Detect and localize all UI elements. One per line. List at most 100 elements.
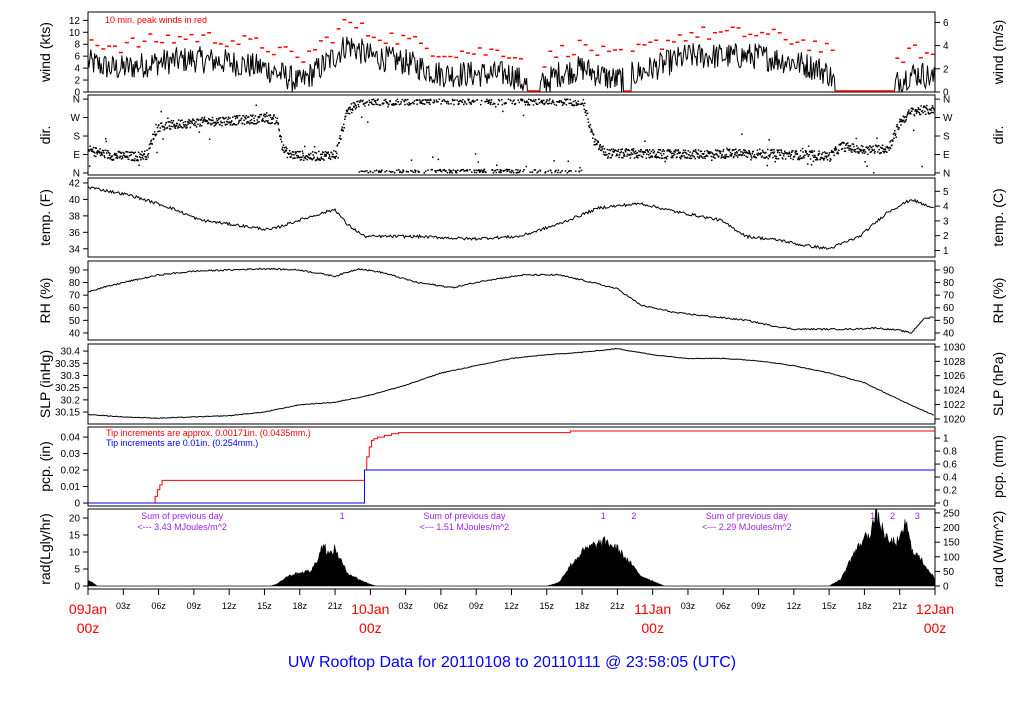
y-tick-label-right: 200 bbox=[943, 523, 960, 534]
y-tick-label: 36 bbox=[69, 228, 81, 239]
x-tick-label: 15z bbox=[822, 601, 837, 611]
y-tick-label-right: 3 bbox=[943, 216, 949, 227]
y-tick-label-right: 100 bbox=[943, 552, 960, 563]
slp-series bbox=[88, 347, 934, 419]
y-tick-label-right: 1026 bbox=[943, 371, 966, 382]
rad-daily-sum-label: Sum of previous day bbox=[423, 511, 506, 521]
y-tick-label-right: 90 bbox=[943, 265, 955, 276]
y-tick-label: 0.01 bbox=[61, 482, 81, 493]
y-tick-label-right: 0.8 bbox=[943, 447, 957, 458]
panel-frame bbox=[87, 94, 936, 176]
y-tick-label: 5 bbox=[74, 565, 80, 576]
y-tick-label-right: 1020 bbox=[943, 414, 966, 425]
plot-area-rh bbox=[88, 267, 934, 334]
y-tick-label: W bbox=[71, 113, 81, 124]
x-tick-label: 18z bbox=[292, 601, 307, 611]
y-tick-label-right: 1028 bbox=[943, 357, 966, 368]
y-axis-label: rad(Lgly/hr) bbox=[37, 513, 53, 585]
y-tick-label: 6 bbox=[74, 52, 80, 63]
panel-frame bbox=[87, 343, 936, 425]
y-tick-label: 0 bbox=[74, 582, 80, 593]
rad-daily-sum-label: Sum of previous day bbox=[706, 511, 789, 521]
y-tick-label-right: 6 bbox=[943, 18, 949, 29]
y-axis-label-right: SLP (hPa) bbox=[990, 352, 1006, 416]
x-day-label: 12Jan bbox=[916, 601, 954, 617]
y-tick-label-right: 1022 bbox=[943, 400, 966, 411]
peak-wind-note: 10 min. peak winds in red bbox=[105, 15, 207, 25]
y-tick-label-right: 0.6 bbox=[943, 460, 957, 471]
y-axis-label-right: pcp. (mm) bbox=[990, 435, 1006, 498]
x-tick-label: 12z bbox=[787, 601, 802, 611]
y-tick-label: 80 bbox=[69, 278, 81, 289]
plot-area-slp bbox=[88, 347, 934, 419]
rh-series bbox=[88, 267, 934, 334]
temp-series bbox=[88, 186, 935, 250]
x-tick-label: 09z bbox=[469, 601, 484, 611]
y-axis-label-right: wind (m/s) bbox=[990, 20, 1006, 86]
x-tick-label: 03z bbox=[116, 601, 131, 611]
y-tick-label: 30.35 bbox=[55, 359, 80, 370]
y-tick-label: 10 bbox=[69, 28, 81, 39]
y-tick-label-right: 60 bbox=[943, 303, 955, 314]
y-axis-label: SLP (inHg) bbox=[37, 350, 53, 418]
y-tick-label: 34 bbox=[69, 244, 81, 255]
rad-marker: 3 bbox=[915, 511, 920, 521]
y-tick-label-right: 1024 bbox=[943, 386, 966, 397]
x-day-time-label: 00z bbox=[359, 620, 382, 636]
x-tick-label: 12z bbox=[222, 601, 237, 611]
x-tick-label: 12z bbox=[504, 601, 519, 611]
y-tick-label-right: 250 bbox=[943, 508, 960, 519]
y-axis-label: dir. bbox=[37, 126, 53, 145]
y-tick-label-right: 40 bbox=[943, 328, 955, 339]
y-tick-label: 40 bbox=[69, 195, 81, 206]
y-tick-label: 30.25 bbox=[55, 383, 80, 394]
x-tick-label: 09z bbox=[187, 601, 202, 611]
rad-marker: 1 bbox=[870, 511, 875, 521]
y-tick-label-right: 1030 bbox=[943, 342, 966, 353]
y-axis-label: pcp. (in) bbox=[37, 441, 53, 492]
plot-area-temp bbox=[88, 186, 935, 250]
pcp-legend-small: Tip increments are approx. 0.00171in. (0… bbox=[106, 428, 311, 438]
y-tick-label-right: 1 bbox=[943, 434, 949, 445]
y-tick-label: 30.3 bbox=[61, 371, 81, 382]
y-tick-label: 60 bbox=[69, 303, 81, 314]
y-tick-label: 0.04 bbox=[61, 433, 81, 444]
panel-temp: 343638404212345temp. (F) temp. (C) bbox=[37, 177, 1006, 258]
panel-dir: NESWNNESWNdir. dir. bbox=[37, 94, 1006, 179]
x-tick-label: 21z bbox=[892, 601, 907, 611]
y-tick-label: 2 bbox=[74, 76, 80, 87]
y-tick-label-right: W bbox=[943, 113, 953, 124]
y-tick-label: 30.2 bbox=[61, 395, 81, 406]
y-tick-label: 50 bbox=[69, 316, 81, 327]
rad-daily-sum-value: <--- 2.29 MJoules/m^2 bbox=[702, 522, 792, 532]
x-day-time-label: 00z bbox=[641, 620, 664, 636]
rad-daily-sum-value: <--- 1.51 MJoules/m^2 bbox=[420, 522, 510, 532]
x-tick-label: 06z bbox=[716, 601, 731, 611]
y-axis-label-right: temp. (C) bbox=[990, 188, 1006, 246]
y-tick-label-right: 5 bbox=[943, 187, 949, 198]
y-tick-label-right: S bbox=[943, 132, 950, 143]
x-day-time-label: 00z bbox=[77, 620, 100, 636]
y-tick-label: N bbox=[73, 95, 80, 106]
x-tick-label: 03z bbox=[398, 601, 413, 611]
y-axis-label-right: RH (%) bbox=[990, 278, 1006, 324]
y-tick-label: 40 bbox=[69, 328, 81, 339]
pcp-legend-big: Tip increments are 0.01in. (0.254mm.) bbox=[106, 438, 258, 448]
panels: 0246810120246wind (kts) wind (m/s)10 min.… bbox=[37, 11, 1006, 593]
x-tick-label: 03z bbox=[681, 601, 696, 611]
y-tick-label-right: 2 bbox=[943, 231, 949, 242]
y-axis-label-right: dir. bbox=[990, 126, 1006, 145]
rad-marker: 2 bbox=[631, 511, 636, 521]
y-tick-label-right: 0.2 bbox=[943, 486, 957, 497]
y-tick-label-right: N bbox=[943, 95, 950, 106]
x-tick-label: 06z bbox=[151, 601, 166, 611]
y-tick-label-right: 1 bbox=[943, 246, 949, 257]
y-tick-label: 15 bbox=[69, 531, 81, 542]
direction-points bbox=[88, 98, 935, 174]
y-tick-label: 38 bbox=[69, 211, 81, 222]
rad-marker: 1 bbox=[340, 511, 345, 521]
panel-slp: 30.15 30.230.2530.330.3530.4 1020 1022 1024 1… bbox=[37, 342, 1006, 425]
panel-pcp: 00.010.020.030.0400.20.40.60.81pcp. (in)… bbox=[37, 426, 1006, 510]
y-tick-label: 0 bbox=[74, 499, 80, 510]
y-tick-label: 10 bbox=[69, 548, 81, 559]
